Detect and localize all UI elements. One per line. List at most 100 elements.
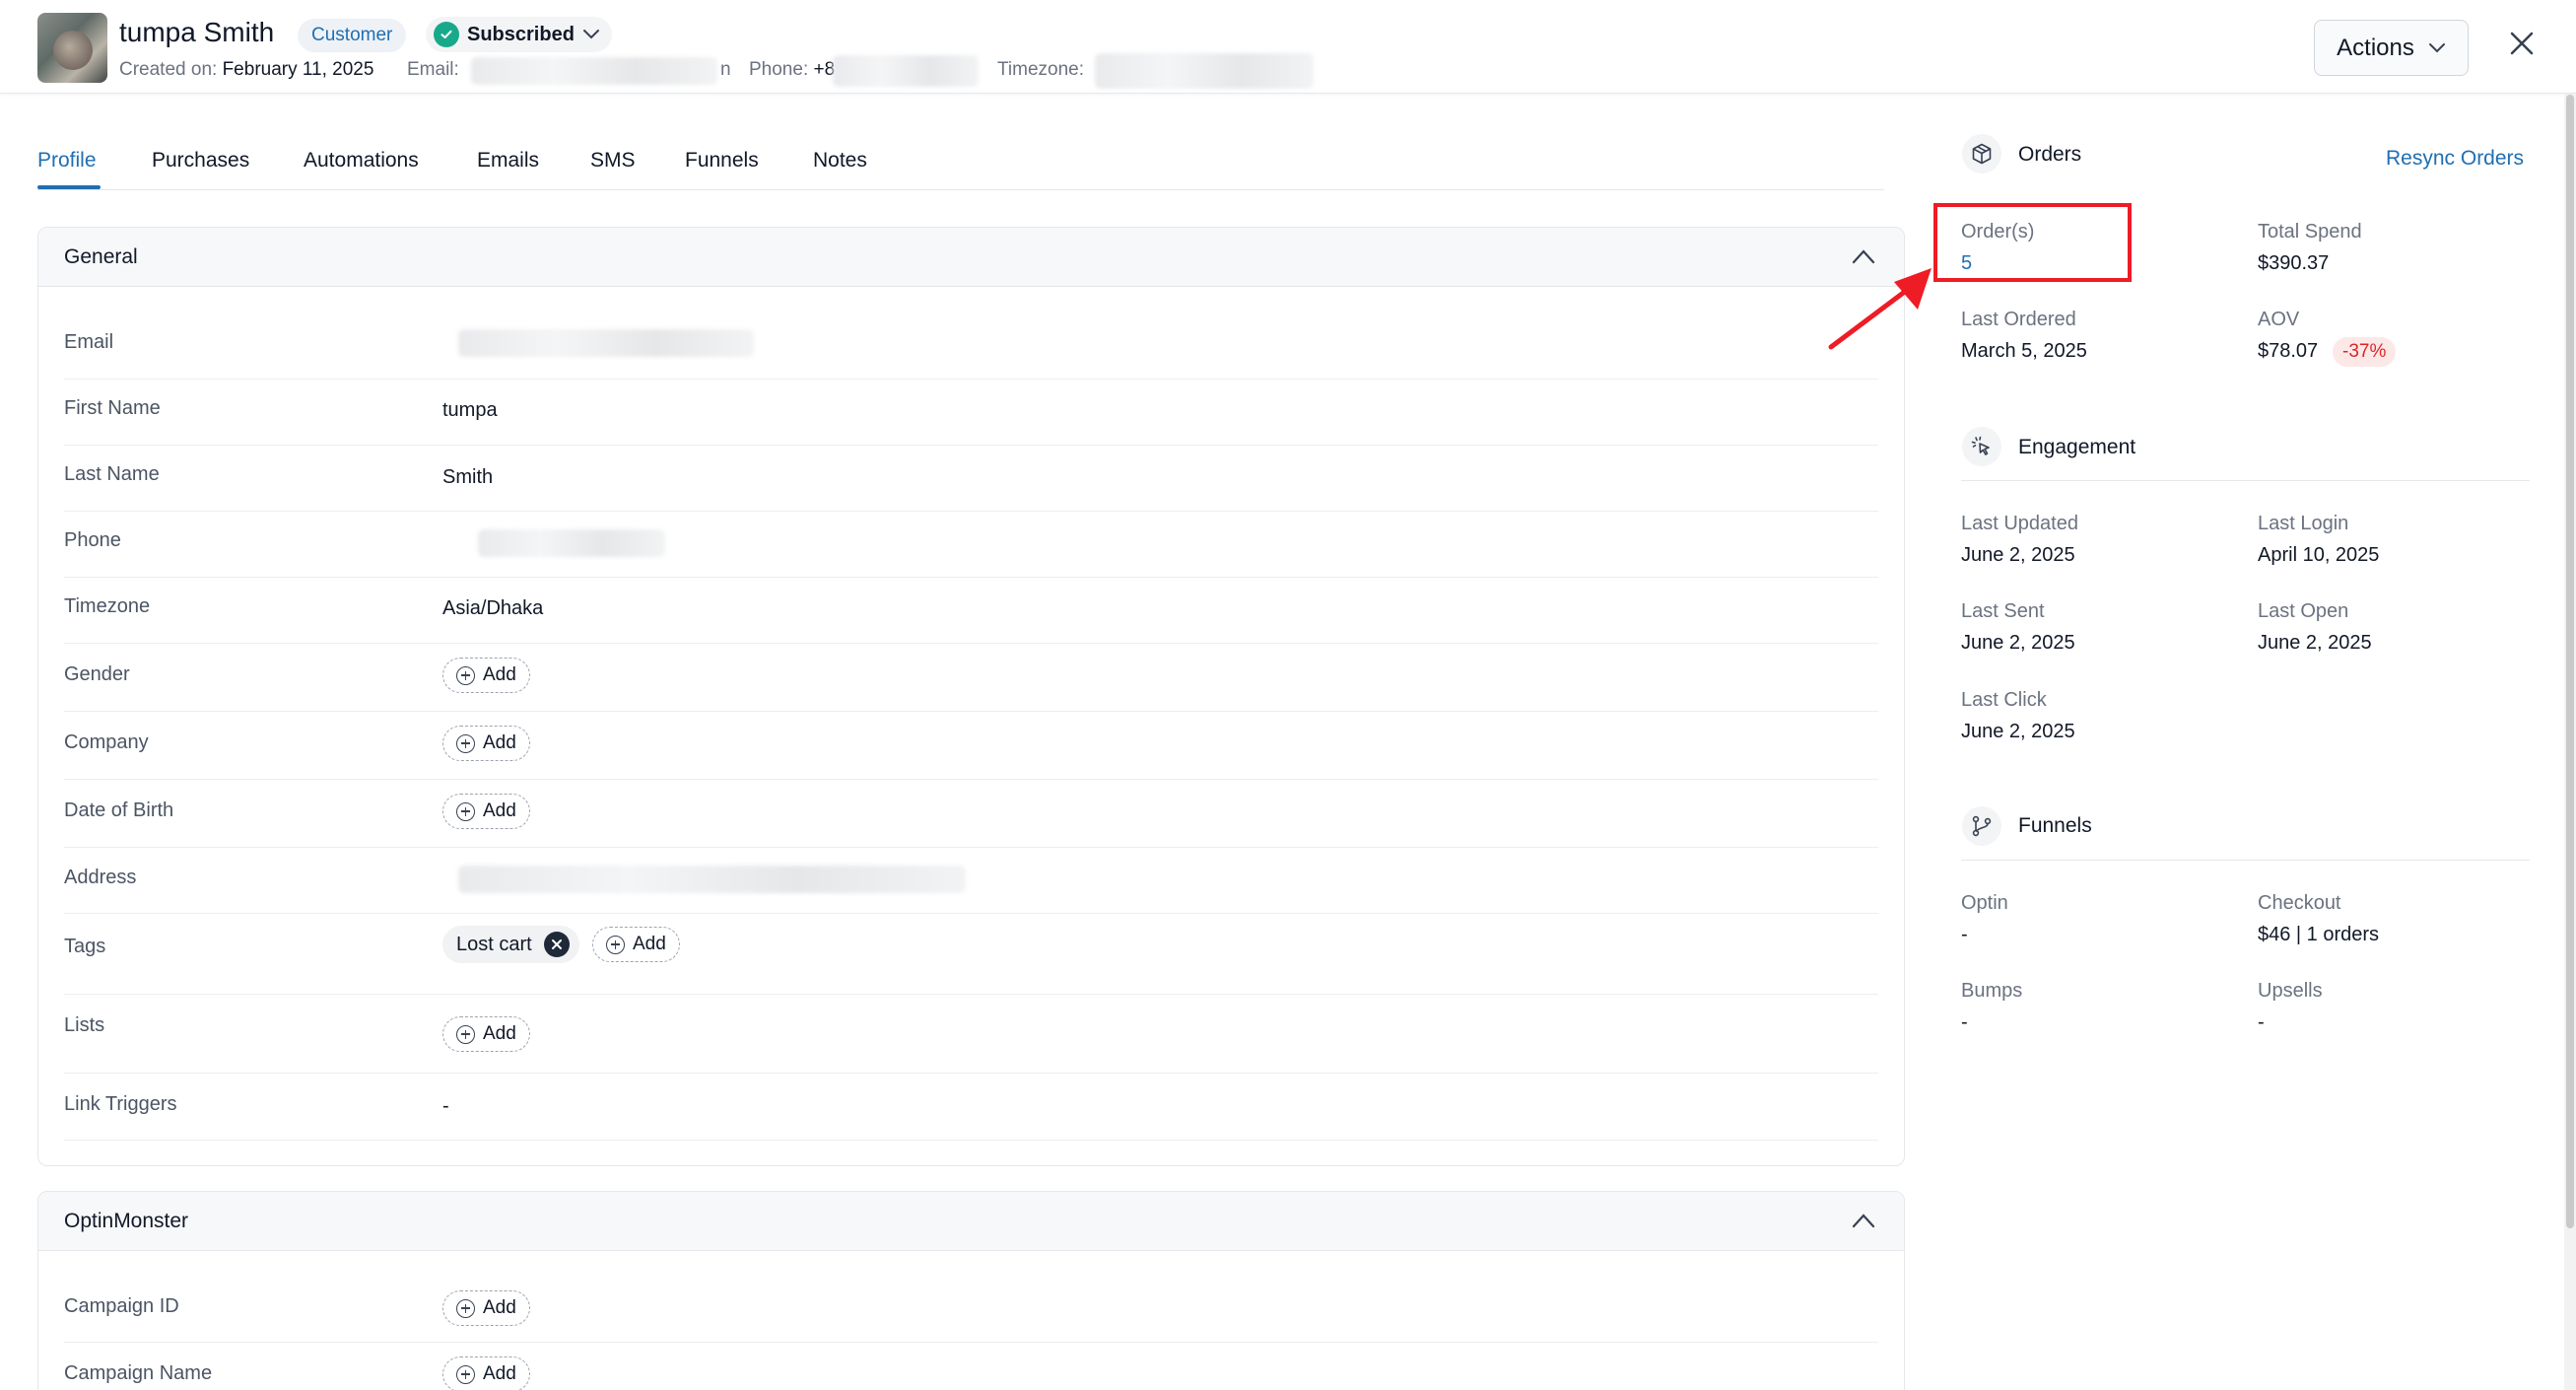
aov-label: AOV <box>2258 309 2300 330</box>
plus-circle-icon <box>456 665 475 685</box>
field-row-link-triggers: Link Triggers - <box>64 1074 1878 1141</box>
actions-button[interactable]: Actions <box>2314 20 2469 76</box>
phone-meta-label: Phone: <box>749 59 809 80</box>
add-label: Add <box>483 1363 516 1384</box>
last-click-value: June 2, 2025 <box>1961 721 2075 742</box>
created-label: Created on: <box>119 59 218 80</box>
last-updated-label: Last Updated <box>1961 513 2078 534</box>
chevron-up-icon[interactable] <box>1851 1212 1876 1229</box>
tab-emails[interactable]: Emails <box>477 149 539 173</box>
email-meta: Email: <box>407 59 459 81</box>
field-row-last-name: Last Name Smith <box>64 446 1878 512</box>
resync-orders-link[interactable]: Resync Orders <box>2386 147 2524 171</box>
last-open-value: June 2, 2025 <box>2258 632 2372 654</box>
upsells-label: Upsells <box>2258 980 2323 1002</box>
timezone-redacted <box>1095 53 1314 89</box>
add-label: Add <box>483 1023 516 1044</box>
field-row-timezone: Timezone Asia/Dhaka <box>64 578 1878 644</box>
funnel-branch-icon <box>1962 806 2001 846</box>
customer-badge: Customer <box>298 19 407 52</box>
tag-label: Lost cart <box>456 933 532 955</box>
field-label: First Name <box>64 397 161 419</box>
plus-circle-icon <box>456 1298 475 1318</box>
field-label: Campaign ID <box>64 1295 179 1317</box>
first-name-value[interactable]: tumpa <box>442 399 498 422</box>
general-card-title: General <box>64 245 138 268</box>
annotation-arrow-icon <box>1828 268 1932 350</box>
plus-circle-icon <box>456 1364 475 1384</box>
field-label: Email <box>64 331 114 353</box>
tab-sms[interactable]: SMS <box>590 149 636 173</box>
field-label: Campaign Name <box>64 1362 213 1384</box>
last-login-label: Last Login <box>2258 513 2349 534</box>
optinmonster-card: OptinMonster Campaign ID Add Campaign Na… <box>37 1191 1905 1390</box>
last-login-value: April 10, 2025 <box>2258 544 2380 566</box>
field-row-address: Address <box>64 848 1878 914</box>
orders-title: Orders <box>2018 143 2082 166</box>
email-value-redacted <box>458 329 754 357</box>
last-name-value[interactable]: Smith <box>442 466 493 489</box>
engagement-divider <box>1961 480 2530 481</box>
tab-automations[interactable]: Automations <box>304 149 419 173</box>
add-company-button[interactable]: Add <box>442 726 530 761</box>
add-date-of-birth-button[interactable]: Add <box>442 794 530 829</box>
field-label: Address <box>64 867 137 888</box>
link-triggers-value: - <box>442 1095 449 1117</box>
tab-purchases[interactable]: Purchases <box>152 149 249 173</box>
engagement-title: Engagement <box>2018 436 2136 458</box>
general-card-header[interactable]: General <box>38 228 1904 287</box>
add-campaign-id-button[interactable]: Add <box>442 1290 530 1326</box>
remove-tag-icon[interactable] <box>543 932 570 957</box>
field-row-company: Company Add <box>64 712 1878 780</box>
field-row-campaign-id: Campaign ID Add <box>64 1268 1878 1343</box>
bumps-label: Bumps <box>1961 980 2023 1002</box>
total-spend-label: Total Spend <box>2258 221 2362 243</box>
last-updated-value: June 2, 2025 <box>1961 544 2075 566</box>
aov-change-badge: -37% <box>2333 337 2397 367</box>
field-label: Phone <box>64 529 121 551</box>
field-row-gender: Gender Add <box>64 644 1878 712</box>
add-label: Add <box>483 800 516 821</box>
close-icon[interactable] <box>2509 31 2535 56</box>
optinmonster-card-title: OptinMonster <box>64 1210 189 1232</box>
email-meta-label: Email: <box>407 59 459 80</box>
scrollbar-thumb[interactable] <box>2566 95 2574 1228</box>
add-campaign-name-button[interactable]: Add <box>442 1356 530 1390</box>
field-label: Lists <box>64 1014 105 1036</box>
add-tag-button[interactable]: Add <box>592 927 680 962</box>
optin-label: Optin <box>1961 892 2008 914</box>
tab-funnels[interactable]: Funnels <box>685 149 759 173</box>
profile-header: tumpa Smith Customer Subscribed Created … <box>0 0 2576 94</box>
check-icon <box>434 22 459 47</box>
cursor-click-icon <box>1962 427 2001 466</box>
tag-chip: Lost cart <box>442 926 579 963</box>
add-label: Add <box>483 664 516 685</box>
optin-value: - <box>1961 924 1968 945</box>
contact-name: tumpa Smith <box>119 17 275 47</box>
add-gender-button[interactable]: Add <box>442 658 530 693</box>
phone-value-redacted <box>478 529 665 557</box>
field-label: Last Name <box>64 463 160 485</box>
phone-prefix: +8 <box>813 59 836 80</box>
profile-tabs: Profile Purchases Automations Emails SMS… <box>37 141 1884 190</box>
timezone-value[interactable]: Asia/Dhaka <box>442 597 543 620</box>
field-row-tags: Tags Lost cart Add <box>64 914 1878 995</box>
email-tail: n <box>720 59 731 80</box>
add-list-button[interactable]: Add <box>442 1016 530 1052</box>
field-row-phone: Phone <box>64 512 1878 578</box>
field-label: Link Triggers <box>64 1093 177 1115</box>
active-tab-indicator <box>37 185 101 189</box>
tab-profile[interactable]: Profile <box>37 149 97 173</box>
tab-notes[interactable]: Notes <box>813 149 867 173</box>
optinmonster-card-header[interactable]: OptinMonster <box>38 1192 1904 1251</box>
subscription-status-dropdown[interactable]: Subscribed <box>426 17 612 52</box>
field-label: Date of Birth <box>64 799 174 821</box>
upsells-value: - <box>2258 1011 2265 1033</box>
annotation-highlight-box <box>1933 203 2132 282</box>
field-row-first-name: First Name tumpa <box>64 380 1878 446</box>
last-open-label: Last Open <box>2258 600 2349 622</box>
aov-value: $78.07 <box>2258 340 2319 362</box>
field-label: Company <box>64 731 149 753</box>
bumps-value: - <box>1961 1011 1968 1033</box>
funnels-title: Funnels <box>2018 814 2092 837</box>
